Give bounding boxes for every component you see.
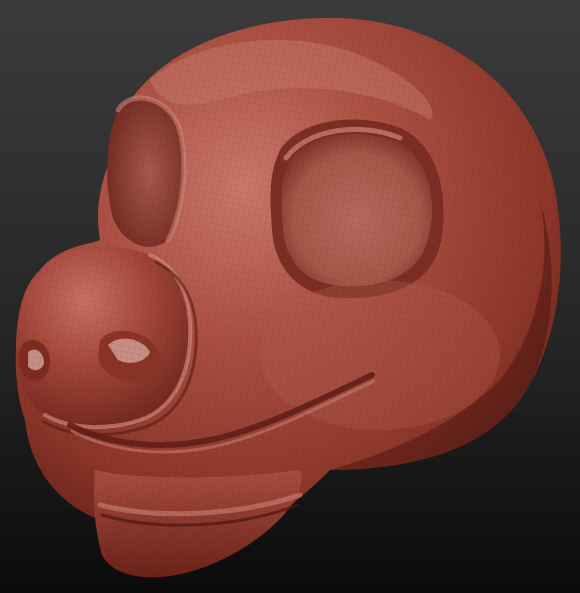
sculpt-viewport[interactable] bbox=[0, 0, 580, 593]
sculpt-render bbox=[0, 0, 580, 593]
